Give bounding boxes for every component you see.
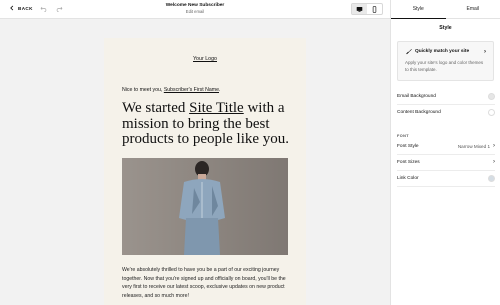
email-body-text[interactable]: We're absolutely thrilled to have you be… bbox=[122, 266, 292, 300]
font-style-label: Font Style bbox=[397, 143, 419, 149]
chevron-right-icon: › bbox=[493, 159, 495, 165]
font-sizes-label: Font Sizes bbox=[397, 159, 420, 165]
tab-style[interactable]: Style bbox=[391, 0, 446, 19]
desktop-icon bbox=[356, 6, 363, 12]
redo-icon[interactable] bbox=[56, 5, 63, 12]
email-preview[interactable]: Your Logo Nice to meet you, Subscriber's… bbox=[104, 38, 306, 305]
chevron-left-icon bbox=[10, 5, 14, 11]
top-bar: BACK Welcome New Subscriber Edit email bbox=[0, 0, 390, 19]
email-canvas: Your Logo Nice to meet you, Subscriber's… bbox=[0, 19, 390, 305]
brush-icon bbox=[406, 49, 412, 55]
subscriber-name-tag[interactable]: Subscriber's First Name bbox=[164, 87, 219, 93]
link-color-swatch[interactable] bbox=[488, 175, 495, 182]
hero-photo-illustration bbox=[122, 158, 288, 255]
content-background-label: Content Background bbox=[397, 110, 441, 115]
font-style-value: Narrow Mixed 1 bbox=[457, 143, 490, 149]
back-label: BACK bbox=[18, 5, 33, 11]
divider bbox=[397, 154, 495, 155]
link-color-row[interactable]: Link Color bbox=[397, 175, 495, 182]
link-color-label: Link Color bbox=[397, 176, 419, 181]
email-background-swatch[interactable] bbox=[488, 93, 495, 100]
font-style-row[interactable]: Font Style Narrow Mixed 1 › bbox=[397, 143, 495, 149]
undo-icon[interactable] bbox=[40, 5, 47, 12]
content-background-row[interactable]: Content Background bbox=[397, 109, 495, 116]
desktop-view-button[interactable] bbox=[352, 4, 367, 14]
edit-email-link[interactable]: Edit email bbox=[150, 9, 240, 14]
email-logo[interactable]: Your Logo bbox=[104, 56, 306, 62]
font-section-label: FONT bbox=[397, 134, 409, 138]
divider bbox=[397, 104, 495, 105]
panel-title: Style bbox=[439, 25, 452, 31]
back-button[interactable]: BACK bbox=[9, 5, 33, 11]
quick-match-title: Quickly match your site bbox=[415, 49, 470, 54]
email-background-label: Email Background bbox=[397, 94, 436, 99]
email-title: Welcome New Subscriber bbox=[165, 3, 225, 8]
content-background-swatch[interactable] bbox=[488, 109, 495, 116]
mobile-icon bbox=[372, 5, 377, 13]
divider bbox=[397, 170, 495, 171]
panel-tabs: Style Email bbox=[391, 0, 500, 19]
email-title-block: Welcome New Subscriber Edit email bbox=[150, 3, 240, 14]
chevron-right-icon: › bbox=[493, 143, 495, 149]
quick-match-description: Apply your site's logo and color themes … bbox=[405, 60, 484, 72]
email-background-row[interactable]: Email Background bbox=[397, 93, 495, 100]
tab-email[interactable]: Email bbox=[446, 0, 500, 18]
hero-image[interactable] bbox=[122, 158, 288, 255]
email-headline[interactable]: We started Site Title with a mission to … bbox=[122, 100, 292, 148]
greeting: Nice to meet you, Subscriber's First Nam… bbox=[122, 87, 221, 93]
font-sizes-row[interactable]: Font Sizes › bbox=[397, 159, 495, 165]
mobile-view-button[interactable] bbox=[367, 4, 382, 14]
chevron-right-icon: › bbox=[484, 48, 486, 55]
device-toggle bbox=[351, 3, 383, 15]
site-title-tag[interactable]: Site Title bbox=[189, 100, 244, 116]
divider bbox=[397, 186, 495, 187]
style-panel: Style Email Style Quickly match your sit… bbox=[390, 0, 500, 305]
quick-match-card[interactable]: Quickly match your site › Apply your sit… bbox=[397, 41, 494, 81]
